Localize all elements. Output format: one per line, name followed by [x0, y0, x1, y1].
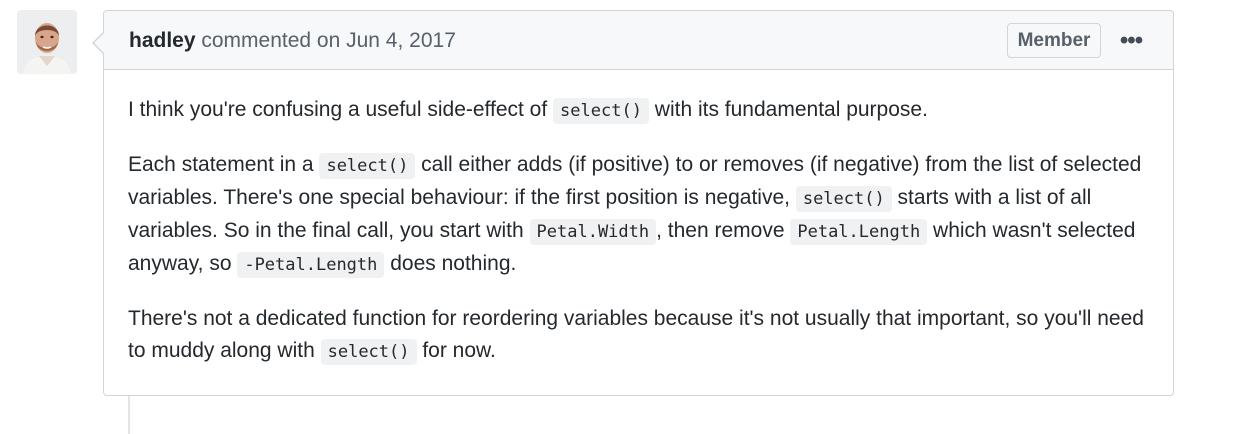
comment-meta: hadley commented on Jun 4, 2017 [129, 28, 456, 54]
comment-box: hadley commented on Jun 4, 2017 Member •… [92, 10, 1174, 396]
author-link[interactable]: hadley [129, 29, 196, 52]
inline-code: select() [553, 98, 649, 124]
paragraph-text: with its fundamental purpose. [648, 98, 928, 121]
paragraph-text: for now. [416, 339, 496, 362]
paragraph-text: , then remove [656, 219, 791, 242]
paragraph-text: There's not a dedicated function for reo… [128, 307, 1144, 362]
user-avatar-icon[interactable] [17, 10, 77, 74]
comment-paragraph: I think you're confusing a useful side-e… [128, 94, 1149, 127]
paragraph-text: Each statement in a [128, 153, 320, 176]
member-badge: Member [1007, 23, 1101, 58]
inline-code: select() [320, 339, 417, 365]
comment-header: hadley commented on Jun 4, 2017 Member •… [104, 11, 1173, 70]
timeline-line [128, 396, 130, 434]
comment-paragraph: There's not a dedicated function for reo… [128, 303, 1149, 368]
avatar-portrait [17, 10, 77, 74]
inline-code: -Petal.Length [237, 252, 385, 278]
comment-paragraph: Each statement in a select() call either… [128, 149, 1149, 281]
more-options-icon[interactable]: ••• [1116, 26, 1146, 56]
paragraph-text: does nothing. [384, 252, 517, 275]
inline-code: Petal.Width [529, 219, 657, 245]
inline-code: select() [795, 186, 892, 212]
paragraph-text: I think you're confusing a useful side-e… [128, 98, 554, 121]
comment-timestamp[interactable]: commented on Jun 4, 2017 [196, 29, 456, 52]
comment-body: I think you're confusing a useful side-e… [104, 70, 1173, 368]
inline-code: Petal.Length [790, 219, 928, 245]
inline-code: select() [319, 153, 416, 179]
